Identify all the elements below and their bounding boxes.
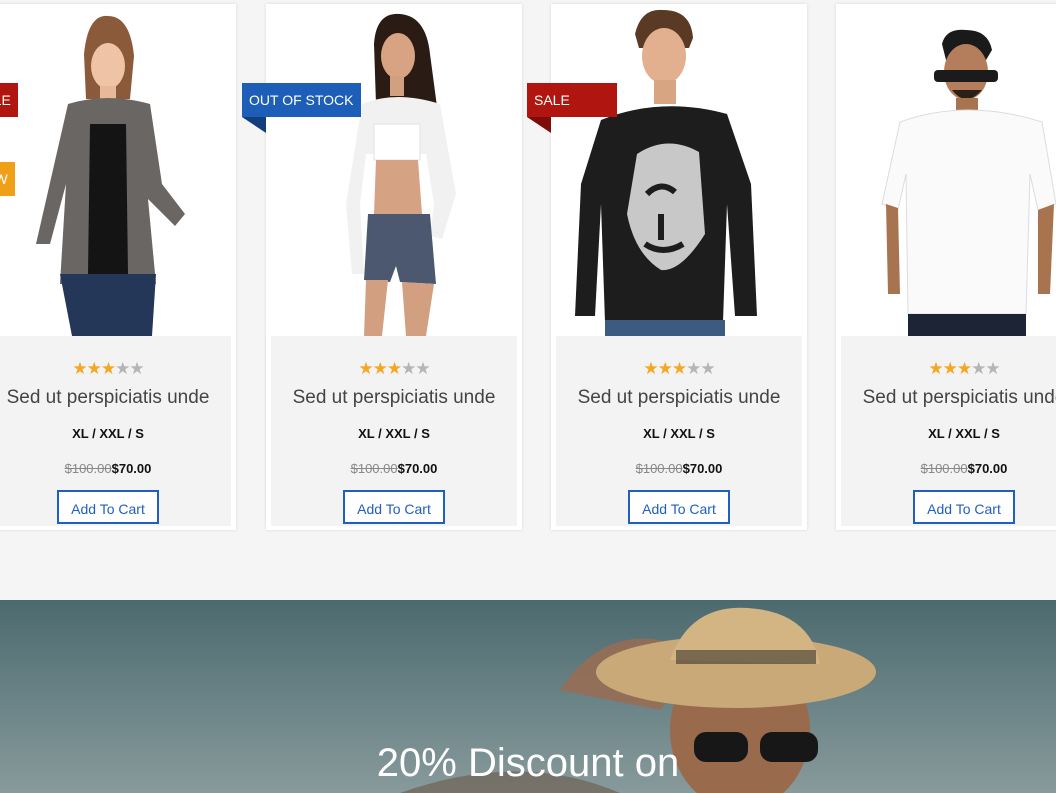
star-icon: ★ <box>415 359 430 378</box>
sale-badge: SALE <box>0 83 18 117</box>
star-icon: ★ <box>686 359 701 378</box>
product-sizes: XL / XXL / S <box>928 426 1000 441</box>
product-sizes: XL / XXL / S <box>72 426 144 441</box>
half-star-icon: ★ <box>386 359 402 378</box>
product-name[interactable]: Sed ut perspiciatis unde <box>271 386 517 410</box>
star-icon: ★ <box>657 359 673 378</box>
star-icon: ★ <box>358 359 373 378</box>
star-icon: ★ <box>928 359 943 378</box>
star-rating: ★★★★★ <box>841 360 1056 378</box>
star-icon: ★ <box>985 359 1000 378</box>
out-of-stock-badge: OUT OF STOCK <box>242 83 361 117</box>
star-rating: ★★★★★ <box>0 360 231 378</box>
sale-price: $70.00 <box>397 461 438 476</box>
star-icon: ★ <box>86 359 102 378</box>
banner-heading: 20% Discount on <box>376 741 680 785</box>
old-price: $100.00 <box>350 461 398 476</box>
product-grid: SALE NEW ★★★★★ Sed ut perspiciatis unde … <box>0 0 1056 600</box>
half-star-icon: ★ <box>956 359 972 378</box>
product-image[interactable] <box>266 4 522 336</box>
sale-badge: SALE <box>527 83 617 117</box>
star-rating: ★★★★★ <box>271 360 517 378</box>
star-rating: ★★★★★ <box>556 360 802 378</box>
add-to-cart-button[interactable]: Add To Cart <box>57 490 159 524</box>
product-price: $100.00$70.00 <box>271 461 517 476</box>
add-to-cart-button[interactable]: Add To Cart <box>628 490 730 524</box>
star-icon: ★ <box>401 359 416 378</box>
product-price: $100.00$70.00 <box>841 461 1056 476</box>
product-info: ★★★★★ Sed ut perspiciatis unde XL / XXL … <box>841 336 1056 526</box>
product-price: $100.00$70.00 <box>556 461 802 476</box>
old-price: $100.00 <box>635 461 683 476</box>
sale-price: $70.00 <box>111 461 152 476</box>
ribbon-fold <box>242 117 266 133</box>
star-icon: ★ <box>942 359 958 378</box>
star-icon: ★ <box>372 359 388 378</box>
product-image[interactable] <box>836 4 1056 336</box>
add-to-cart-button[interactable]: Add To Cart <box>913 490 1015 524</box>
star-icon: ★ <box>72 359 87 378</box>
star-icon: ★ <box>643 359 658 378</box>
product-info: ★★★★★ Sed ut perspiciatis unde XL / XXL … <box>0 336 231 526</box>
product-name[interactable]: Sed ut perspiciatis unde <box>841 386 1056 410</box>
star-icon: ★ <box>971 359 986 378</box>
product-name[interactable]: Sed ut perspiciatis unde <box>0 386 231 410</box>
product-card[interactable]: ★★★★★ Sed ut perspiciatis unde XL / XXL … <box>836 4 1056 530</box>
product-sizes: XL / XXL / S <box>643 426 715 441</box>
star-icon: ★ <box>700 359 715 378</box>
old-price: $100.00 <box>64 461 112 476</box>
ribbon-fold <box>527 117 551 133</box>
discount-banner[interactable]: 20% Discount on <box>0 600 1056 793</box>
star-icon: ★ <box>115 359 130 378</box>
half-star-icon: ★ <box>671 359 687 378</box>
product-card[interactable]: OUT OF STOCK ★★★★★ Sed ut perspiciatis u… <box>242 4 522 530</box>
new-badge: NEW <box>0 162 15 196</box>
half-star-icon: ★ <box>100 359 116 378</box>
product-image[interactable] <box>0 4 236 336</box>
add-to-cart-button[interactable]: Add To Cart <box>343 490 445 524</box>
product-price: $100.00$70.00 <box>0 461 231 476</box>
product-info: ★★★★★ Sed ut perspiciatis unde XL / XXL … <box>271 336 517 526</box>
star-icon: ★ <box>129 359 144 378</box>
sale-price: $70.00 <box>967 461 1008 476</box>
product-info: ★★★★★ Sed ut perspiciatis unde XL / XXL … <box>556 336 802 526</box>
product-card[interactable]: SALE ★★★★★ Sed ut perspiciatis unde XL /… <box>527 4 807 530</box>
product-card[interactable]: SALE NEW ★★★★★ Sed ut perspiciatis unde … <box>0 4 236 530</box>
sale-price: $70.00 <box>682 461 723 476</box>
old-price: $100.00 <box>920 461 968 476</box>
product-sizes: XL / XXL / S <box>358 426 430 441</box>
product-name[interactable]: Sed ut perspiciatis unde <box>556 386 802 410</box>
product-image[interactable] <box>551 4 807 336</box>
